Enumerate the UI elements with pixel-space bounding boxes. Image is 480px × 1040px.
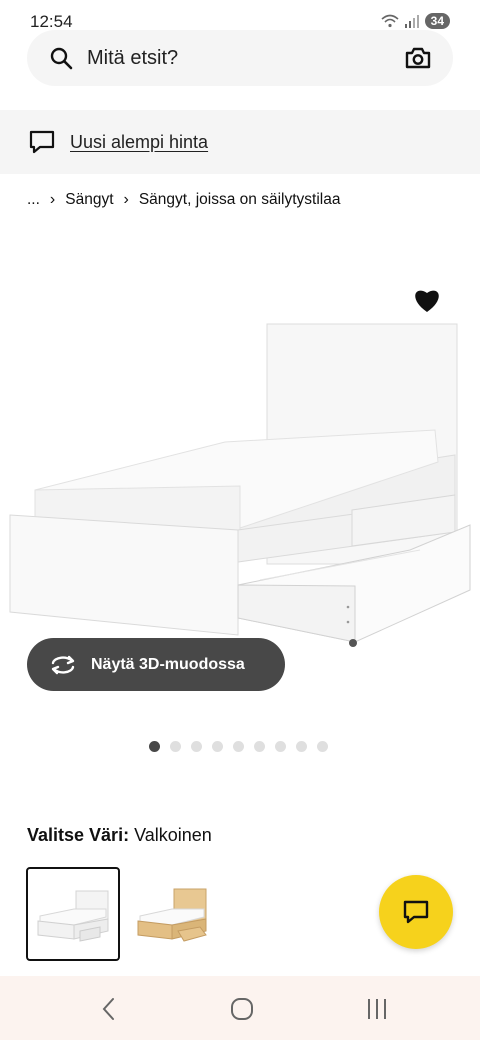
view-3d-label: Näytä 3D-muodossa — [91, 655, 245, 673]
carousel-dot[interactable] — [296, 741, 307, 752]
battery-badge: 34 — [424, 13, 450, 29]
breadcrumb: ... › Sängyt › Sängyt, joissa on säilyty… — [27, 191, 340, 209]
swatch-oak-image — [137, 888, 207, 942]
wifi-icon — [381, 14, 399, 28]
chat-bubble-icon — [29, 130, 55, 154]
chevron-right-icon: › — [49, 191, 56, 208]
breadcrumb-item-ellipsis[interactable]: ... — [27, 191, 40, 209]
breadcrumb-item-storage-beds[interactable]: Sängyt, joissa on säilytystilaa — [139, 191, 341, 209]
back-icon[interactable] — [94, 994, 124, 1024]
status-icons: 34 — [381, 13, 450, 29]
status-time: 12:54 — [30, 12, 73, 31]
chat-bubble-icon — [403, 900, 429, 924]
rotate-3d-icon — [51, 655, 75, 674]
price-promo-banner[interactable]: Uusi alempi hinta — [0, 110, 480, 174]
search-input[interactable]: Mitä etsit? — [87, 47, 405, 70]
home-icon[interactable] — [227, 994, 257, 1024]
camera-icon[interactable] — [405, 47, 431, 69]
chat-button[interactable] — [379, 875, 453, 949]
signal-icon — [404, 15, 419, 28]
search-icon[interactable] — [49, 46, 73, 70]
view-3d-button[interactable]: Näytä 3D-muodossa — [27, 638, 285, 691]
carousel-dot[interactable] — [254, 741, 265, 752]
image-carousel-dots — [149, 741, 328, 752]
carousel-dot[interactable] — [149, 741, 160, 752]
color-label-value: Valkoinen — [134, 825, 212, 845]
color-swatch-oak[interactable] — [132, 867, 226, 961]
system-navigation-bar — [0, 976, 480, 1040]
recents-icon[interactable] — [362, 994, 392, 1024]
carousel-dot[interactable] — [170, 741, 181, 752]
chevron-right-icon: › — [123, 191, 129, 208]
color-swatch-white[interactable] — [26, 867, 120, 961]
heart-icon[interactable] — [412, 286, 442, 314]
color-label-key: Valitse Väri: — [27, 825, 130, 845]
carousel-dot[interactable] — [233, 741, 244, 752]
carousel-dot[interactable] — [317, 741, 328, 752]
search-bar[interactable]: Mitä etsit? — [27, 30, 453, 86]
carousel-dot[interactable] — [191, 741, 202, 752]
carousel-dot[interactable] — [212, 741, 223, 752]
color-selector-label: Valitse Väri: Valkoinen — [27, 825, 212, 846]
swatch-white-image — [37, 890, 109, 942]
product-image[interactable] — [0, 250, 480, 670]
promo-link[interactable]: Uusi alempi hinta — [70, 132, 208, 153]
carousel-dot[interactable] — [275, 741, 286, 752]
breadcrumb-item-beds[interactable]: Sängyt — [65, 191, 113, 209]
